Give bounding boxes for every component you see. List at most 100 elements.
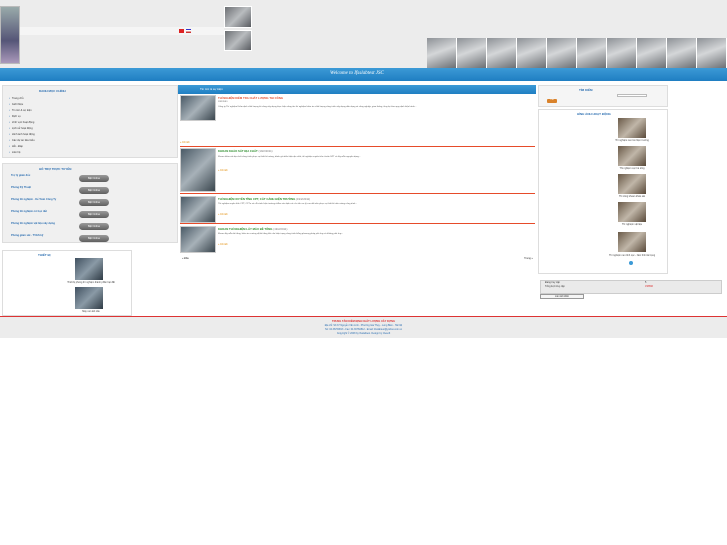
support-row: Phòng thí nghiệm vật liệu xây dựng Bật O… — [9, 220, 169, 232]
search-button[interactable]: Tìm — [547, 99, 557, 103]
article-title[interactable]: THÍ NGHIỆM KIỂM TRA CHẤT LƯỢNG THI CÔNG — [218, 96, 283, 100]
pager-next[interactable]: Trang » — [524, 257, 533, 260]
article-thumbnail[interactable] — [180, 95, 216, 121]
banner-photo — [427, 38, 457, 68]
activity-caption: Thi công khoan khảo sát — [618, 195, 646, 198]
banner-photo — [607, 38, 637, 68]
online-status-button[interactable]: Bật Online — [79, 175, 109, 182]
article-more-link[interactable]: » Chi tiết — [180, 141, 189, 144]
article-more-link[interactable]: » Chi tiết — [218, 169, 227, 172]
article-more-link[interactable]: » Chi tiết — [218, 243, 227, 246]
equipment-photo[interactable] — [75, 287, 103, 309]
visitor-stats: Đang truy cập 5 Tổng lượt truy cập 158896 — [540, 280, 722, 294]
news-article: KHOAN THÍ NGHIỆM LẤY MẪU BÊ TÔNG (19/2/2… — [180, 226, 535, 254]
footer-address: Địa chỉ: Số 37 Nguyễn Văn Linh - Phường … — [324, 324, 403, 327]
online-status-button[interactable]: Bật Online — [79, 211, 109, 218]
support-name: Phòng thí nghiệm - Kế Toán Công Ty — [11, 198, 57, 201]
activity-caption: Thí nghiệm nén lún hiện trường — [615, 139, 649, 142]
online-status-button[interactable]: Bật Online — [79, 187, 109, 194]
banner-photo — [667, 38, 697, 68]
online-status-button[interactable]: Bật Online — [79, 235, 109, 242]
activity-photo[interactable] — [618, 202, 646, 222]
activity-photo[interactable] — [618, 146, 646, 166]
banner-photo — [577, 38, 607, 68]
banner-photo — [487, 38, 517, 68]
news-article: THÍ NGHIỆM KIỂM TRA CHẤT LƯỢNG THI CÔNG … — [180, 95, 535, 147]
search-box: TÌM KIẾM Tìm — [538, 85, 668, 107]
news-header: Tin tức & sự kiện — [178, 85, 536, 94]
support-name: Phòng giám sát - TVGS kỹ — [11, 234, 44, 237]
activity-caption: Thí nghiệm vật liệu — [621, 223, 643, 226]
english-flag-icon[interactable] — [186, 29, 191, 33]
article-title[interactable]: KHOAN KHẢO SÁT ĐỊA CHẤT (19/2/2011) — [218, 149, 273, 153]
article-date: 19/2/2011 — [218, 101, 228, 103]
activity-caption: Thí nghiệm cọc bê tông — [619, 167, 645, 170]
weblink-select[interactable]: Liên kết Web — [540, 294, 584, 299]
top-strip — [20, 27, 224, 35]
article-thumbnail[interactable] — [180, 226, 216, 253]
support-row: Phòng thí nghiệm - Kế Toán Công Ty Bật O… — [9, 196, 169, 208]
activity-caption: Thí nghiệm nén tĩnh cọc - Nén tĩnh tải t… — [608, 254, 656, 257]
stats-value: 158896 — [645, 285, 653, 288]
activity-title: HÌNH ẢNH HOẠT ĐỘNG — [577, 112, 611, 116]
article-summary: Khoan khảo sát địa chất công trình phục … — [218, 156, 361, 158]
activity-photo[interactable] — [618, 118, 646, 138]
support-name: Phòng Kỹ Thuật — [11, 186, 31, 189]
search-title: TÌM KIẾM — [579, 88, 593, 92]
online-status-button[interactable]: Bật Online — [79, 199, 109, 206]
equipment-box: THIẾT BỊ Thiết bị phòng thí nghiệm thành… — [2, 250, 132, 316]
header-photo-top — [224, 6, 252, 28]
slideshow-dot-icon[interactable] — [629, 261, 633, 265]
equipment-caption: Máy nén kết cấu — [82, 310, 100, 313]
site-logo[interactable] — [0, 6, 20, 64]
support-row: Phòng thí nghiệm cơ học đất Bật Online — [9, 208, 169, 220]
equipment-photo[interactable] — [75, 258, 103, 280]
stats-row: Tổng lượt truy cập 158896 — [545, 285, 653, 288]
article-summary: Thí nghiệm xuyên tĩnh CPT, CPTu và cắt c… — [218, 203, 358, 205]
site-header — [0, 0, 727, 68]
news-header-title: Tin tức & sự kiện — [200, 87, 223, 91]
online-support-title: HỖ TRỢ TRỰC TUYẾN — [39, 167, 72, 171]
main-menu: DANH MỤC CHÍNH Trang chủ Giới thiệu Tin … — [2, 85, 178, 158]
article-summary: Công ty Thí nghiệm Kiểm định chất lượng … — [218, 106, 417, 108]
banner-photo — [697, 38, 727, 68]
activity-photo[interactable] — [618, 232, 646, 252]
article-title[interactable]: THÍ NGHIỆM XUYÊN TĨNH CPT, CẮT CÁNH HIỆN… — [218, 197, 310, 201]
support-row: Phòng giám sát - TVGS kỹ Bật Online — [9, 232, 169, 244]
article-more-link[interactable]: » Chi tiết — [218, 213, 227, 216]
banner-photo — [547, 38, 577, 68]
site-footer: TRUNG TÂM KIỂM ĐỊNH CHẤT LƯỢNG XÂY DỰNG … — [0, 316, 727, 338]
support-name: Phòng thí nghiệm vật liệu xây dựng — [11, 222, 55, 225]
main-menu-title: DANH MỤC CHÍNH — [39, 89, 66, 93]
article-thumbnail[interactable] — [180, 196, 216, 223]
support-row: Trợ lý giám đốc Bật Online — [9, 172, 169, 184]
footer-company: TRUNG TÂM KIỂM ĐỊNH CHẤT LƯỢNG XÂY DỰNG — [332, 320, 395, 323]
header-banner-strip — [427, 38, 727, 68]
support-name: Phòng thí nghiệm cơ học đất — [11, 210, 47, 213]
footer-copyright: Copyright © 2008 by Ifsslabtest. Design … — [336, 332, 391, 335]
news-article: THÍ NGHIỆM XUYÊN TĨNH CPT, CẮT CÁNH HIỆN… — [180, 196, 535, 224]
support-name: Trợ lý giám đốc — [11, 174, 31, 177]
footer-contact: Tel: 04.36760813 - Fax: 04.36760812 - Em… — [324, 328, 403, 331]
activity-photos: HÌNH ẢNH HOẠT ĐỘNG Thí nghiệm nén lún hi… — [538, 109, 668, 274]
equipment-caption: Thiết bị phòng thí nghiệm thành phần hạt… — [67, 281, 115, 284]
banner-photo — [517, 38, 547, 68]
vietnamese-flag-icon[interactable] — [179, 29, 184, 33]
online-status-button[interactable]: Bật Online — [79, 223, 109, 230]
header-photo-bottom — [224, 30, 252, 51]
activity-photo[interactable] — [618, 174, 646, 194]
article-title[interactable]: KHOAN THÍ NGHIỆM LẤY MẪU BÊ TÔNG (19/2/2… — [218, 227, 287, 231]
pager-prev[interactable]: « Đầu — [182, 257, 189, 260]
banner-photo — [457, 38, 487, 68]
article-thumbnail[interactable] — [180, 148, 216, 192]
equipment-title: THIẾT BỊ — [38, 253, 51, 257]
support-row: Phòng Kỹ Thuật Bật Online — [9, 184, 169, 196]
pager: « Đầu Trang » — [180, 257, 535, 262]
news-article: KHOAN KHẢO SÁT ĐỊA CHẤT (19/2/2011) Khoa… — [180, 148, 535, 194]
online-support: HỖ TRỢ TRỰC TUYẾN Trợ lý giám đốc Bật On… — [2, 163, 178, 243]
article-summary: Khoan lấy mẫu bê tông, kiểm tra cường độ… — [218, 233, 344, 235]
banner-photo — [637, 38, 667, 68]
menu-item[interactable]: Liên hệ — [9, 150, 35, 156]
search-input[interactable] — [617, 94, 647, 97]
welcome-bar: Welcome to Ifsslabtest JSC — [0, 68, 727, 81]
